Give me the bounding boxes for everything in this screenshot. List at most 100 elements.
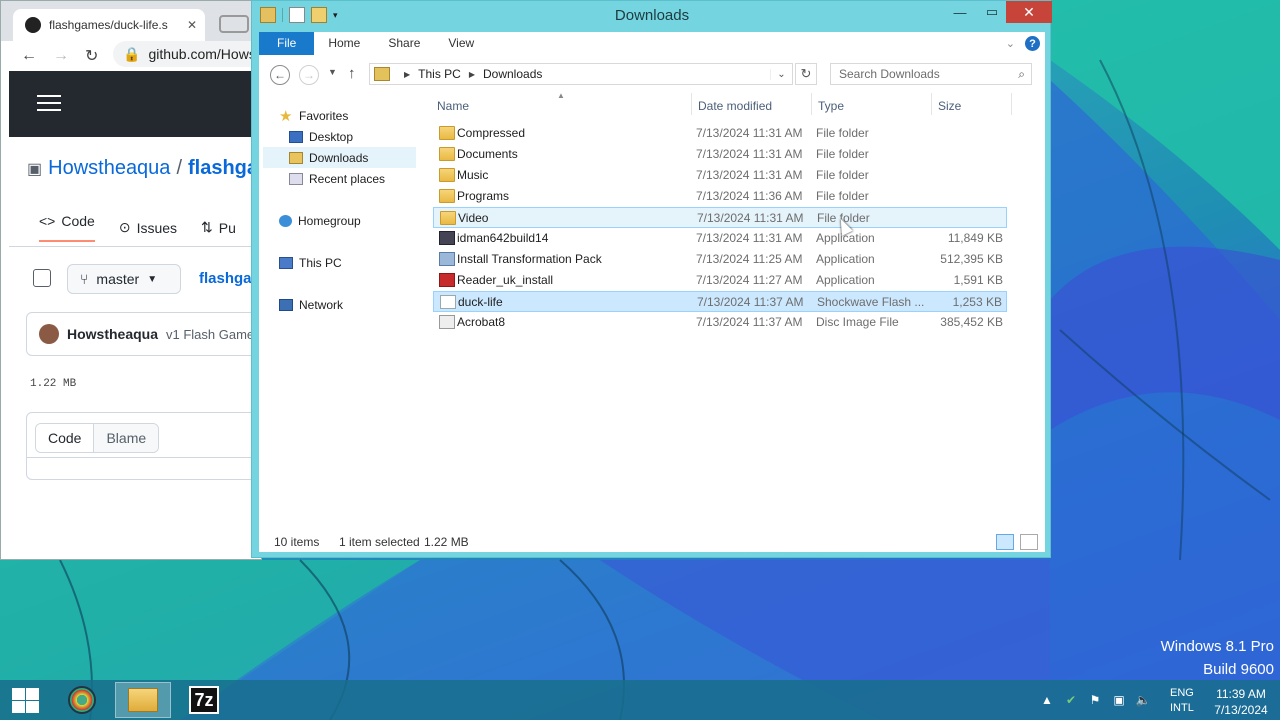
breadcrumb-this-pc[interactable]: This PC [418, 67, 461, 81]
help-icon[interactable]: ? [1025, 36, 1040, 51]
file-size: 11,849 KB [947, 231, 1003, 245]
chrome-browser-window[interactable]: flashgames/duck-life.s ✕ ← → ↻ 🔒 github.… [0, 0, 262, 560]
breadcrumb-downloads[interactable]: Downloads [483, 67, 542, 81]
large-icons-view-button[interactable] [1020, 534, 1038, 550]
file-row[interactable]: Install Transformation Pack 7/13/2024 11:… [433, 249, 1007, 270]
back-button[interactable]: ← [270, 65, 290, 85]
nav-downloads-label: Downloads [309, 150, 369, 165]
tab-pull-requests[interactable]: ⇅ Pu [201, 213, 236, 242]
file-row[interactable]: Documents 7/13/2024 11:31 AM File folder [433, 144, 1007, 165]
reload-icon[interactable]: ↻ [85, 46, 98, 66]
tab-file[interactable]: File [259, 32, 315, 55]
nav-favorites-label: Favorites [299, 108, 349, 123]
folder-icon [440, 211, 456, 225]
column-separator[interactable] [811, 93, 812, 115]
file-row[interactable]: idman642build14 7/13/2024 11:31 AM Applica… [433, 228, 1007, 249]
title-bar[interactable]: ▾ Downloads — ▭ ✕ [252, 1, 1052, 31]
avatar[interactable] [39, 324, 59, 344]
nav-this-pc[interactable]: This PC [279, 252, 342, 273]
column-separator[interactable] [1011, 93, 1012, 115]
taskbar-7zip[interactable]: 7z [176, 682, 232, 718]
file-row[interactable]: Acrobat8 7/13/2024 11:37 AM Disc Image Fil… [433, 312, 1007, 333]
file-row[interactable]: Programs 7/13/2024 11:36 AM File folder [433, 186, 1007, 207]
tab-view[interactable]: View [434, 32, 488, 55]
maximize-button[interactable]: ▭ [976, 1, 1008, 23]
tab-share[interactable]: Share [374, 32, 434, 55]
nav-network[interactable]: Network [279, 294, 343, 315]
address-bar[interactable]: ▶ This PC ▶ Downloads ⌄ [369, 63, 793, 85]
taskbar-chrome[interactable] [54, 682, 110, 718]
input-language[interactable]: ENG INTL [1170, 686, 1194, 716]
search-input[interactable]: Search Downloads ⌕ [830, 63, 1032, 85]
hamburger-menu-icon[interactable] [37, 95, 61, 113]
column-header-size[interactable]: Size [938, 99, 961, 121]
flag-icon[interactable]: ⚑ [1088, 693, 1102, 707]
breadcrumb-arrow-icon[interactable]: ▶ [469, 70, 475, 79]
nav-homegroup[interactable]: Homegroup [279, 210, 361, 231]
tab-issues[interactable]: ⊙ Issues [119, 213, 177, 242]
file-row[interactable]: Compressed 7/13/2024 11:31 AM File folder [433, 123, 1007, 144]
search-icon[interactable]: ⌕ [1018, 67, 1025, 82]
commit-message[interactable]: v1 Flash Game [166, 327, 254, 342]
security-icon[interactable]: ✔ [1064, 693, 1078, 707]
url-bar[interactable]: 🔒 github.com/Hows [113, 41, 261, 67]
column-separator[interactable] [931, 93, 932, 115]
file-row[interactable]: Reader_uk_install 7/13/2024 11:27 AM Appli… [433, 270, 1007, 291]
file-type: Application [816, 273, 875, 287]
branch-icon: ⑂ [80, 271, 89, 287]
column-header-type[interactable]: Type [818, 99, 844, 121]
tab-code[interactable]: <> Code [39, 213, 95, 242]
code-icon: <> [39, 213, 56, 229]
file-explorer-window[interactable]: ▾ Downloads — ▭ ✕ File Home Share View ⌄… [251, 0, 1052, 558]
taskbar-file-explorer[interactable] [115, 682, 171, 718]
show-hidden-icons-icon[interactable]: ▲ [1040, 693, 1054, 707]
file-icon [440, 295, 456, 309]
column-header-date[interactable]: Date modified [698, 99, 772, 121]
repo-breadcrumb: ▣ Howstheaqua / flashga [27, 157, 258, 180]
branch-selector[interactable]: ⑂ master ▼ [67, 264, 181, 294]
repo-name-link[interactable]: flashga [188, 157, 258, 180]
commit-author[interactable]: Howstheaqua [67, 326, 158, 342]
details-view-button[interactable] [996, 534, 1014, 550]
column-header-name[interactable]: Name [437, 99, 469, 121]
refresh-button[interactable]: ↻ [795, 63, 817, 85]
file-tree-toggle-icon[interactable] [33, 269, 51, 287]
network-status-icon[interactable]: ▣ [1112, 693, 1126, 707]
clock[interactable]: 11:39 AM 7/13/2024 [1206, 686, 1276, 718]
search-placeholder: Search Downloads [839, 67, 940, 81]
file-path-crumb[interactable]: flashga [199, 270, 252, 287]
file-row[interactable]: Video 7/13/2024 11:31 AM File folder [433, 207, 1007, 228]
file-name: Music [457, 168, 489, 182]
file-row[interactable]: duck-life 7/13/2024 11:37 AM Shockwave Fla… [433, 291, 1007, 312]
file-row[interactable]: Music 7/13/2024 11:31 AM File folder [433, 165, 1007, 186]
new-tab-button[interactable] [219, 15, 249, 33]
minimize-button[interactable]: — [944, 1, 976, 23]
breadcrumb-arrow-icon[interactable]: ▶ [404, 70, 410, 79]
start-button[interactable] [10, 686, 40, 714]
close-button[interactable]: ✕ [1006, 1, 1052, 23]
forward-arrow-icon[interactable]: → [53, 47, 69, 65]
taskbar: 7z ▲ ✔ ⚑ ▣ 🔈 ENG INTL 11:39 AM 7/13/2024 [0, 680, 1280, 720]
forward-button[interactable]: → [299, 65, 319, 85]
up-arrow-icon[interactable]: ↑ [348, 65, 356, 82]
blame-view-button[interactable]: Blame [94, 424, 159, 452]
nav-favorites[interactable]: ★ Favorites [279, 105, 348, 126]
column-separator[interactable] [691, 93, 692, 115]
browser-tab[interactable]: flashgames/duck-life.s ✕ [13, 9, 205, 41]
tab-home[interactable]: Home [314, 32, 374, 55]
code-view-button[interactable]: Code [36, 424, 95, 452]
recent-locations-icon[interactable]: ▼ [328, 67, 337, 77]
file-type: Disc Image File [816, 315, 899, 329]
nav-recent-places[interactable]: Recent places [289, 168, 385, 189]
back-arrow-icon[interactable]: ← [21, 47, 37, 65]
nav-downloads[interactable]: Downloads [263, 147, 416, 168]
expand-ribbon-icon[interactable]: ⌄ [1006, 37, 1015, 50]
desktop-icon [289, 130, 303, 143]
file-date-modified: 7/13/2024 11:25 AM [696, 252, 803, 266]
address-dropdown-icon[interactable]: ⌄ [770, 68, 792, 80]
volume-muted-icon[interactable]: 🔈 [1136, 693, 1151, 707]
nav-recent-label: Recent places [309, 171, 386, 186]
tab-close-icon[interactable]: ✕ [187, 18, 197, 32]
nav-desktop[interactable]: Desktop [283, 126, 416, 147]
repo-owner-link[interactable]: Howstheaqua [48, 157, 170, 180]
